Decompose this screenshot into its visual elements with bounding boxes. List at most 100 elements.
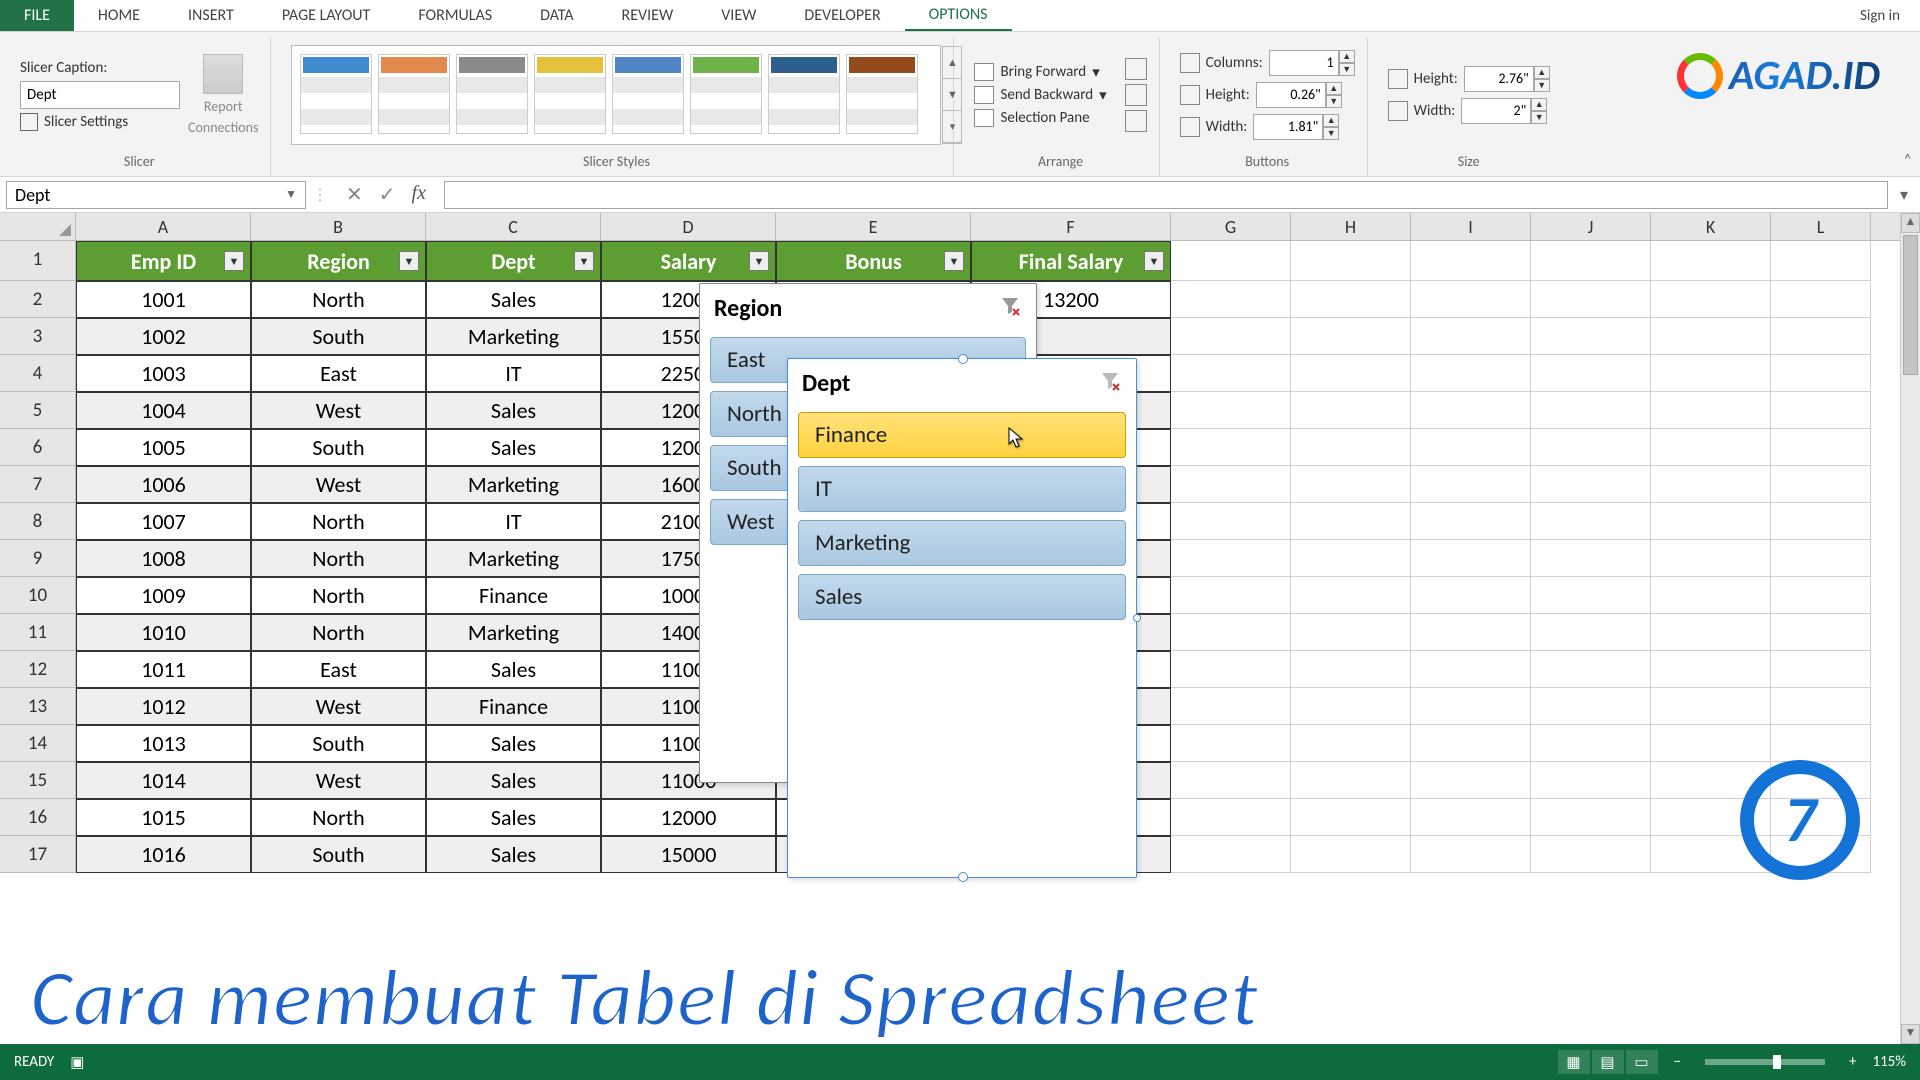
send-backward-button[interactable]: Send Backward ▾: [974, 86, 1106, 105]
cell-K4[interactable]: [1651, 355, 1771, 392]
spinner-up-icon[interactable]: ▲: [1339, 50, 1355, 63]
col-header-B[interactable]: B: [251, 213, 426, 241]
row-header-14[interactable]: 14: [0, 725, 76, 762]
scroll-down-icon[interactable]: ▼: [1901, 1024, 1920, 1044]
slicer-styles-more[interactable]: ▲▼▾: [942, 46, 962, 144]
row-header-10[interactable]: 10: [0, 577, 76, 614]
slicer-item-sales[interactable]: Sales: [798, 574, 1126, 620]
cell-H14[interactable]: [1291, 725, 1411, 762]
cell-J13[interactable]: [1531, 688, 1651, 725]
col-header-H[interactable]: H: [1291, 213, 1411, 241]
cell-A6[interactable]: 1005: [76, 429, 251, 466]
cell-G4[interactable]: [1171, 355, 1291, 392]
cell-G12[interactable]: [1171, 651, 1291, 688]
spinner-up-icon[interactable]: ▲: [1531, 98, 1547, 111]
cell-D16[interactable]: 12000: [601, 799, 776, 836]
cell-H1[interactable]: [1291, 241, 1411, 281]
cell-A8[interactable]: 1007: [76, 503, 251, 540]
cell-K10[interactable]: [1651, 577, 1771, 614]
cell-J17[interactable]: [1531, 836, 1651, 873]
cell-A13[interactable]: 1012: [76, 688, 251, 725]
cell-L16[interactable]: [1771, 799, 1871, 836]
tab-view[interactable]: VIEW: [697, 0, 780, 31]
sign-in-link[interactable]: Sign in: [1840, 0, 1920, 31]
slicer-caption-input[interactable]: [20, 81, 180, 109]
name-box-dropdown-icon[interactable]: ▼: [285, 187, 297, 202]
cell-B7[interactable]: West: [251, 466, 426, 503]
cell-B14[interactable]: South: [251, 725, 426, 762]
cell-K8[interactable]: [1651, 503, 1771, 540]
cell-A1[interactable]: Emp ID▼: [76, 241, 251, 281]
cell-K1[interactable]: [1651, 241, 1771, 281]
spinner-down-icon[interactable]: ▼: [1323, 127, 1339, 140]
cell-K15[interactable]: [1651, 762, 1771, 799]
worksheet[interactable]: ABCDEFGHIJKL 1234567891011121314151617 E…: [0, 213, 1900, 1044]
formula-bar-expand-icon[interactable]: ▾: [1894, 185, 1914, 205]
cell-L5[interactable]: [1771, 392, 1871, 429]
spinner-down-icon[interactable]: ▼: [1531, 111, 1547, 124]
spinner-up-icon[interactable]: ▲: [1326, 82, 1342, 95]
row-header-17[interactable]: 17: [0, 836, 76, 873]
cell-G13[interactable]: [1171, 688, 1291, 725]
cell-H11[interactable]: [1291, 614, 1411, 651]
cell-J8[interactable]: [1531, 503, 1651, 540]
cell-C10[interactable]: Finance: [426, 577, 601, 614]
cell-I12[interactable]: [1411, 651, 1531, 688]
cell-J7[interactable]: [1531, 466, 1651, 503]
size-width-input[interactable]: [1461, 98, 1531, 124]
rotate-button[interactable]: [1125, 110, 1147, 132]
col-header-F[interactable]: F: [971, 213, 1171, 241]
zoom-out-icon[interactable]: −: [1674, 1053, 1681, 1071]
cell-L8[interactable]: [1771, 503, 1871, 540]
cell-I5[interactable]: [1411, 392, 1531, 429]
cell-B12[interactable]: East: [251, 651, 426, 688]
cell-B5[interactable]: West: [251, 392, 426, 429]
cell-L4[interactable]: [1771, 355, 1871, 392]
col-header-A[interactable]: A: [76, 213, 251, 241]
cell-A9[interactable]: 1008: [76, 540, 251, 577]
tab-formulas[interactable]: FORMULAS: [394, 0, 516, 31]
slicer-dept[interactable]: Dept FinanceITMarketingSales: [787, 358, 1137, 878]
size-height-input[interactable]: [1464, 66, 1534, 92]
cell-A17[interactable]: 1016: [76, 836, 251, 873]
cell-C4[interactable]: IT: [426, 355, 601, 392]
slicer-style-8[interactable]: [846, 54, 918, 134]
tab-options[interactable]: OPTIONS: [905, 0, 1012, 31]
cell-C1[interactable]: Dept▼: [426, 241, 601, 281]
cell-I14[interactable]: [1411, 725, 1531, 762]
cell-J9[interactable]: [1531, 540, 1651, 577]
tab-developer[interactable]: DEVELOPER: [780, 0, 904, 31]
cell-I7[interactable]: [1411, 466, 1531, 503]
row-header-13[interactable]: 13: [0, 688, 76, 725]
cell-L2[interactable]: [1771, 281, 1871, 318]
cell-G3[interactable]: [1171, 318, 1291, 355]
macro-record-icon[interactable]: ▣: [70, 1053, 84, 1072]
row-header-2[interactable]: 2: [0, 281, 76, 318]
cell-C2[interactable]: Sales: [426, 281, 601, 318]
cell-L1[interactable]: [1771, 241, 1871, 281]
cell-H13[interactable]: [1291, 688, 1411, 725]
tab-file[interactable]: FILE: [0, 0, 74, 31]
cell-D17[interactable]: 15000: [601, 836, 776, 873]
spinner-up-icon[interactable]: ▲: [1323, 114, 1339, 127]
col-header-G[interactable]: G: [1171, 213, 1291, 241]
cell-G2[interactable]: [1171, 281, 1291, 318]
slicer-item-marketing[interactable]: Marketing: [798, 520, 1126, 566]
cell-K14[interactable]: [1651, 725, 1771, 762]
cell-B1[interactable]: Region▼: [251, 241, 426, 281]
cell-L3[interactable]: [1771, 318, 1871, 355]
cell-L9[interactable]: [1771, 540, 1871, 577]
slicer-settings-button[interactable]: Slicer Settings: [20, 113, 128, 131]
fx-icon[interactable]: fx: [412, 182, 426, 207]
cell-H2[interactable]: [1291, 281, 1411, 318]
cell-K13[interactable]: [1651, 688, 1771, 725]
cell-H10[interactable]: [1291, 577, 1411, 614]
cell-H4[interactable]: [1291, 355, 1411, 392]
vertical-scrollbar[interactable]: ▲ ▼: [1900, 213, 1920, 1044]
cell-G10[interactable]: [1171, 577, 1291, 614]
cell-G15[interactable]: [1171, 762, 1291, 799]
cell-C7[interactable]: Marketing: [426, 466, 601, 503]
cell-H9[interactable]: [1291, 540, 1411, 577]
cell-J12[interactable]: [1531, 651, 1651, 688]
cell-A16[interactable]: 1015: [76, 799, 251, 836]
